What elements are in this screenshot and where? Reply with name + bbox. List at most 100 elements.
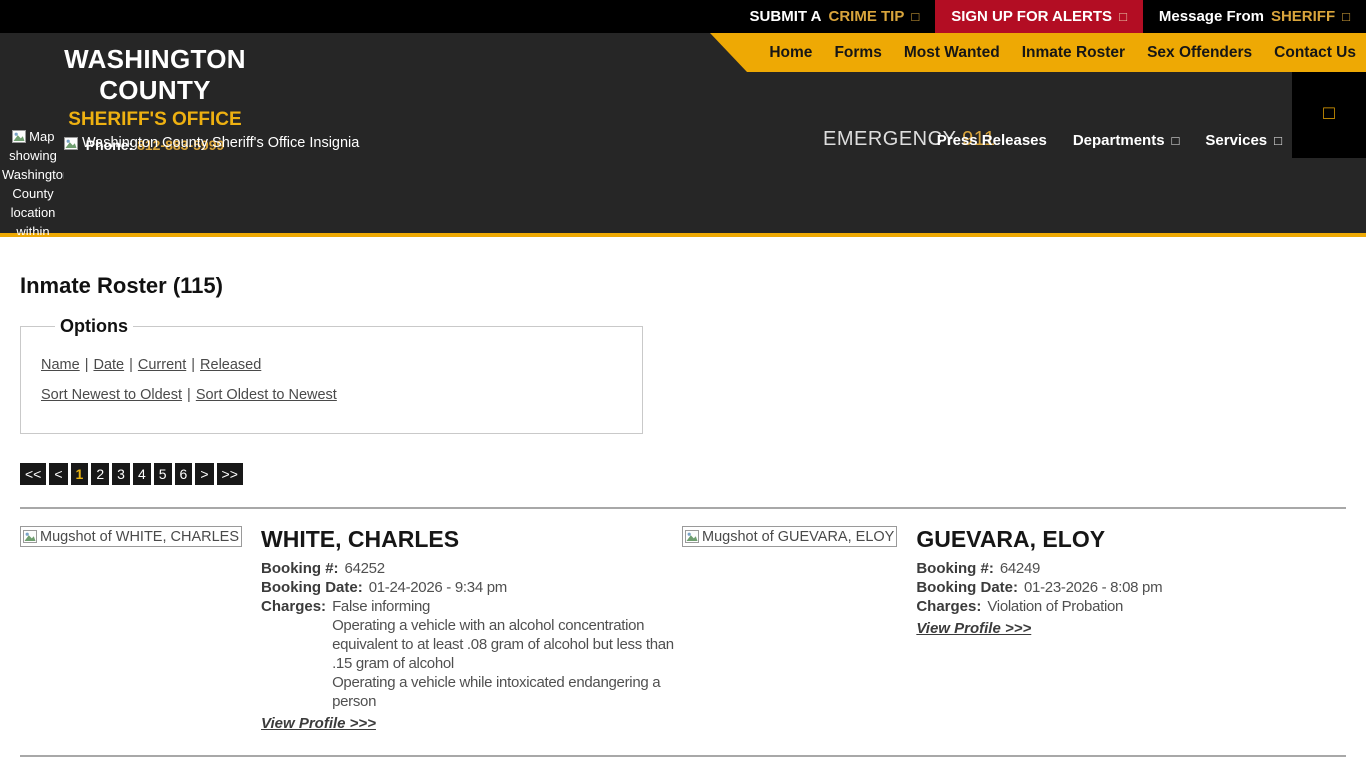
services-label: Services <box>1205 132 1267 149</box>
filter-link-released[interactable]: Released <box>200 357 261 373</box>
page-button-3[interactable]: 3 <box>112 463 130 485</box>
external-link-icon: □ <box>911 10 919 23</box>
sign-up-alerts-button[interactable]: SIGN UP FOR ALERTS □ <box>935 0 1143 33</box>
page-button-1[interactable]: 1 <box>71 463 89 485</box>
nav-item-inmate-roster[interactable]: Inmate Roster <box>1022 44 1125 62</box>
submit-crime-tip-prefix: SUBMIT A <box>750 8 822 25</box>
nav-item-contact-us[interactable]: Contact Us <box>1274 44 1356 62</box>
booking-date-row: Booking Date: 01-23-2026 - 8:08 pm <box>916 578 1162 597</box>
submit-crime-tip-button[interactable]: SUBMIT A CRIME TIP □ <box>734 0 936 33</box>
inmate-name: GUEVARA, ELOY <box>916 526 1162 553</box>
site-header: Home Forms Most Wanted Inmate Roster Sex… <box>0 33 1366 237</box>
filter-link-name[interactable]: Name <box>41 357 80 373</box>
message-highlight: SHERIFF <box>1271 8 1335 25</box>
insignia-broken-image: Washington County Sheriff's Office Insig… <box>64 135 359 151</box>
departments-label: Departments <box>1073 132 1165 149</box>
booking-date-label: Booking Date: <box>261 578 363 597</box>
separator: | <box>80 357 94 373</box>
charge-item: Operating a vehicle while intoxicated en… <box>332 673 682 711</box>
charges-row: Charges: Violation of Probation <box>916 597 1162 616</box>
search-icon: □ <box>1323 104 1334 123</box>
divider <box>20 755 1346 757</box>
charge-item: Violation of Probation <box>987 597 1123 616</box>
page-last-button[interactable]: >> <box>217 463 243 485</box>
booking-number-label: Booking #: <box>916 559 994 578</box>
charge-item: Operating a vehicle with an alcohol conc… <box>332 616 682 673</box>
page-button-4[interactable]: 4 <box>133 463 151 485</box>
pagination: << < 1 2 3 4 5 6 > >> <box>20 463 1346 485</box>
nav-item-home[interactable]: Home <box>769 44 812 62</box>
filter-link-current[interactable]: Current <box>138 357 186 373</box>
view-profile-link[interactable]: View Profile >>> <box>261 715 376 732</box>
page-content: Inmate Roster (115) Options Name|Date|Cu… <box>0 273 1366 768</box>
broken-image-icon <box>685 530 699 543</box>
broken-image-icon <box>64 137 78 150</box>
charges-row: Charges: False informing Operating a veh… <box>261 597 682 711</box>
charges-label: Charges: <box>916 597 981 616</box>
mugshot-broken-image: Mugshot of WHITE, CHARLES <box>20 526 242 547</box>
booking-number-label: Booking #: <box>261 559 339 578</box>
inmate-roster-row: Mugshot of WHITE, CHARLES WHITE, CHARLES… <box>20 509 1346 733</box>
press-releases-label: Press Releases <box>937 132 1047 149</box>
booking-number-row: Booking #: 64252 <box>261 559 682 578</box>
agency-name: WASHINGTON COUNTY <box>5 44 305 106</box>
broken-image-icon <box>12 130 26 143</box>
page-title: Inmate Roster (115) <box>20 273 1346 299</box>
sign-up-alerts-label: SIGN UP FOR ALERTS <box>951 8 1112 25</box>
roster-column-left: Mugshot of WHITE, CHARLES WHITE, CHARLES… <box>20 509 682 733</box>
charges-list: Violation of Probation <box>987 597 1123 616</box>
nav-item-services[interactable]: Services □ <box>1205 132 1282 149</box>
booking-date-value: 01-23-2026 - 8:08 pm <box>1024 578 1162 597</box>
message-from-sheriff-button[interactable]: Message From SHERIFF □ <box>1143 0 1366 33</box>
options-legend: Options <box>55 316 133 337</box>
search-button[interactable]: □ <box>1292 72 1366 158</box>
filter-link-date[interactable]: Date <box>93 357 124 373</box>
roster-column-right: Mugshot of GUEVARA, ELOY GUEVARA, ELOY B… <box>682 509 1344 733</box>
sort-link-newest[interactable]: Sort Newest to Oldest <box>41 387 182 403</box>
nav-item-forms[interactable]: Forms <box>834 44 881 62</box>
page-button-5[interactable]: 5 <box>154 463 172 485</box>
external-link-icon: □ <box>1342 10 1350 23</box>
page-button-2[interactable]: 2 <box>91 463 109 485</box>
page-next-button[interactable]: > <box>195 463 213 485</box>
sort-link-oldest[interactable]: Sort Oldest to Newest <box>196 387 337 403</box>
submit-crime-tip-highlight: CRIME TIP <box>829 8 905 25</box>
chevron-down-icon: □ <box>1274 134 1282 147</box>
separator: | <box>186 357 200 373</box>
booking-date-label: Booking Date: <box>916 578 1018 597</box>
options-panel: Options Name|Date|Current|Released Sort … <box>20 316 643 434</box>
booking-date-value: 01-24-2026 - 9:34 pm <box>369 578 507 597</box>
insignia-alt-text: Washington County Sheriff's Office Insig… <box>82 135 359 151</box>
mugshot-broken-image: Mugshot of GUEVARA, ELOY <box>682 526 897 547</box>
separator: | <box>182 387 196 403</box>
map-alt-text: Map showing Washington County location w… <box>2 129 64 235</box>
booking-number-value: 64252 <box>345 559 385 578</box>
nav-item-most-wanted[interactable]: Most Wanted <box>904 44 1000 62</box>
nav-item-sex-offenders[interactable]: Sex Offenders <box>1147 44 1252 62</box>
main-navigation: Home Forms Most Wanted Inmate Roster Sex… <box>703 33 1366 72</box>
view-profile-link[interactable]: View Profile >>> <box>916 620 1031 637</box>
utility-bar: SUBMIT A CRIME TIP □ SIGN UP FOR ALERTS … <box>0 0 1366 33</box>
chevron-down-icon: □ <box>1172 134 1180 147</box>
inmate-entry: Mugshot of WHITE, CHARLES WHITE, CHARLES… <box>20 509 682 733</box>
page-button-6[interactable]: 6 <box>175 463 193 485</box>
external-link-icon: □ <box>1119 10 1127 23</box>
inmate-details: WHITE, CHARLES Booking #: 64252 Booking … <box>261 526 682 733</box>
broken-image-icon <box>23 530 37 543</box>
booking-number-row: Booking #: 64249 <box>916 559 1162 578</box>
mugshot-alt-text: Mugshot of WHITE, CHARLES <box>40 529 239 545</box>
page-first-button[interactable]: << <box>20 463 46 485</box>
charge-item: False informing <box>332 597 682 616</box>
mugshot-alt-text: Mugshot of GUEVARA, ELOY <box>702 529 894 545</box>
secondary-navigation: Press Releases Departments □ Services □ <box>937 132 1282 149</box>
separator: | <box>124 357 138 373</box>
county-map-broken-image: Map showing Washington County location w… <box>2 127 64 235</box>
booking-date-row: Booking Date: 01-24-2026 - 9:34 pm <box>261 578 682 597</box>
charges-list: False informing Operating a vehicle with… <box>332 597 682 711</box>
page-prev-button[interactable]: < <box>49 463 67 485</box>
sort-links-row: Sort Newest to Oldest|Sort Oldest to New… <box>41 387 622 403</box>
nav-item-departments[interactable]: Departments □ <box>1073 132 1180 149</box>
booking-number-value: 64249 <box>1000 559 1040 578</box>
inmate-details: GUEVARA, ELOY Booking #: 64249 Booking D… <box>916 526 1162 638</box>
nav-item-press-releases[interactable]: Press Releases <box>937 132 1047 149</box>
